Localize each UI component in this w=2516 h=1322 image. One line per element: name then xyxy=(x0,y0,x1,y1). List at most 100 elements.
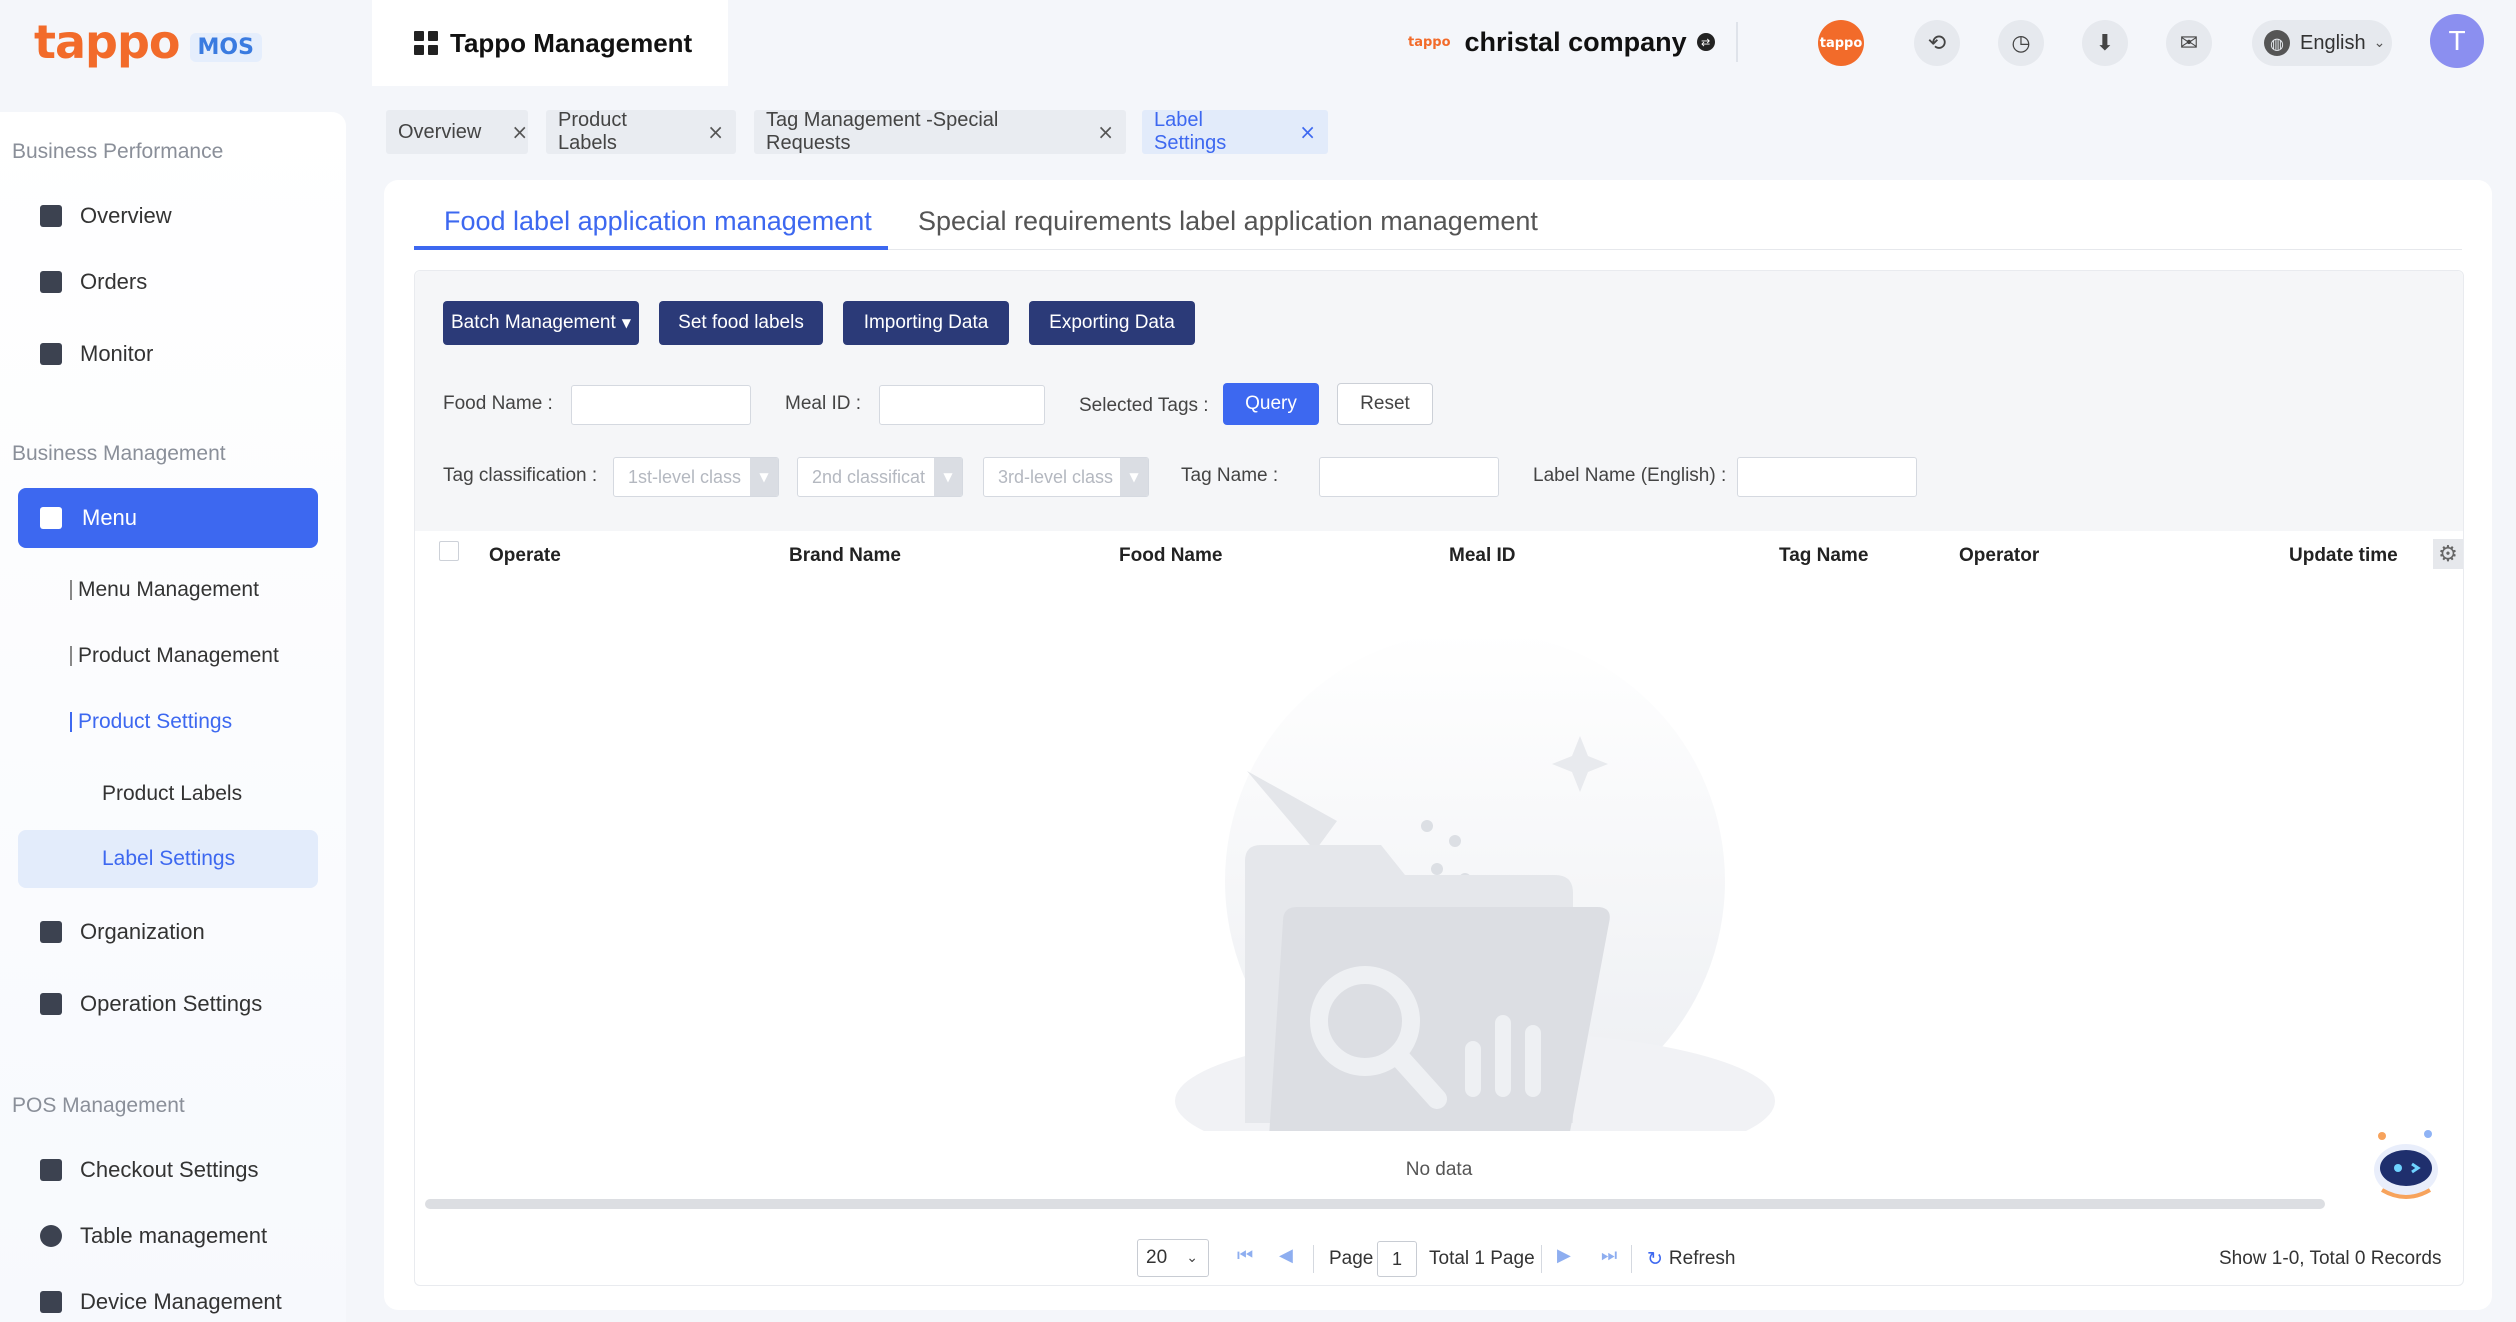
caret-down-icon: ▼ xyxy=(621,316,631,330)
column-tag-name: Tag Name xyxy=(1779,545,1869,566)
meal-id-input[interactable] xyxy=(879,385,1045,425)
app-title: Tappo Management xyxy=(450,27,693,58)
select-all-checkbox[interactable] xyxy=(439,541,459,561)
current-page-input[interactable]: 1 xyxy=(1377,1241,1417,1277)
company-switcher[interactable]: tappo christal company ⇄ xyxy=(1408,22,1715,62)
sidebar-item-product-management[interactable]: Product Management xyxy=(70,644,279,668)
food-name-input[interactable] xyxy=(571,385,751,425)
sidebar-item-checkout-settings[interactable]: Checkout Settings xyxy=(40,1150,259,1190)
tappo-badge-icon[interactable]: tappo xyxy=(1818,20,1864,66)
page-label: Page xyxy=(1329,1248,1374,1269)
assistant-robot-icon[interactable] xyxy=(2368,1128,2444,1204)
sidebar-item-device-management[interactable]: Device Management xyxy=(40,1282,282,1322)
previous-page-icon[interactable]: ◀ xyxy=(1279,1245,1293,1266)
batch-management-button[interactable]: Batch Management ▼ xyxy=(443,301,639,345)
switch-company-icon[interactable]: ⇄ xyxy=(1696,33,1715,51)
records-summary: Show 1-0, Total 0 Records xyxy=(2219,1248,2442,1269)
checkout-icon xyxy=(40,1159,62,1181)
set-food-labels-button[interactable]: Set food labels xyxy=(659,301,823,345)
tag-classification-label: Tag classification : xyxy=(443,465,598,486)
table-header: Operate Brand Name Food Name Meal ID Tag… xyxy=(415,531,2463,581)
message-icon[interactable]: ✉ xyxy=(2166,20,2212,66)
reset-button[interactable]: Reset xyxy=(1337,383,1433,425)
importing-data-button[interactable]: Importing Data xyxy=(843,301,1009,345)
history-icon[interactable]: ◷ xyxy=(1998,20,2044,66)
sidebar-item-overview[interactable]: Overview xyxy=(40,196,172,236)
globe-icon: ◍ xyxy=(2264,30,2290,56)
pager-divider xyxy=(1631,1245,1632,1273)
sidebar-item-label: Monitor xyxy=(80,341,154,366)
active-tab-indicator xyxy=(414,246,888,250)
download-icon[interactable]: ⬇ xyxy=(2082,20,2128,66)
column-operator: Operator xyxy=(1959,545,2040,566)
sidebar-item-monitor[interactable]: Monitor xyxy=(40,334,153,374)
sidebar-item-product-settings[interactable]: Product Settings xyxy=(70,710,232,734)
exporting-data-button[interactable]: Exporting Data xyxy=(1029,301,1195,345)
refresh-icon: ↻ xyxy=(1647,1248,1663,1270)
tab-special-requirements-label-management[interactable]: Special requirements label application m… xyxy=(918,206,1538,237)
page-tab-label-settings[interactable]: Label Settings × xyxy=(1142,109,1328,154)
chevron-down-icon: ▼ xyxy=(750,458,778,496)
sidebar-item-product-labels[interactable]: Product Labels xyxy=(102,782,242,806)
column-update-time: Update time xyxy=(2289,545,2398,566)
sidebar-group-business-management: Business Management xyxy=(12,442,226,465)
sidebar-item-menu-management[interactable]: Menu Management xyxy=(70,578,259,602)
label-name-english-label: Label Name (English) : xyxy=(1533,465,1727,486)
query-button[interactable]: Query xyxy=(1223,383,1319,425)
tab-food-label-management[interactable]: Food label application management xyxy=(444,206,872,237)
close-icon[interactable]: × xyxy=(511,120,528,144)
sidebar-item-label: Orders xyxy=(80,269,148,294)
filter-area: Batch Management ▼ Set food labels Import… xyxy=(415,271,2463,531)
next-page-icon[interactable]: ▶ xyxy=(1557,1245,1571,1266)
sidebar-item-menu[interactable]: Menu xyxy=(18,488,318,548)
second-level-class-select[interactable]: 2nd classificat ▼ xyxy=(797,457,963,497)
refresh-button[interactable]: ↻ Refresh xyxy=(1647,1239,1735,1279)
tag-name-label: Tag Name : xyxy=(1181,465,1279,486)
close-icon[interactable]: × xyxy=(1097,120,1114,144)
column-brand-name: Brand Name xyxy=(789,545,901,566)
selected-tags-label: Selected Tags : xyxy=(1079,395,1209,416)
tappo-logo[interactable]: tappo MOS xyxy=(34,12,262,72)
page-size-select[interactable]: 20 ⌄ xyxy=(1137,1239,1209,1277)
sidebar-item-organization[interactable]: Organization xyxy=(40,912,205,952)
sidebar-item-label: Organization xyxy=(80,919,205,944)
close-icon[interactable]: × xyxy=(1299,120,1316,144)
menu-icon xyxy=(40,507,62,529)
pager-divider xyxy=(1541,1245,1542,1273)
close-icon[interactable]: × xyxy=(707,120,724,144)
sidebar-item-orders[interactable]: Orders xyxy=(40,262,147,302)
first-level-class-select[interactable]: 1st-level class ▼ xyxy=(613,457,779,497)
top-bar: tappo MOS Tappo Management tappo christa… xyxy=(0,0,2516,86)
empty-state-illustration xyxy=(1175,631,1775,1131)
app-title-tab[interactable]: Tappo Management xyxy=(372,0,728,86)
page-tab-tag-management[interactable]: Tag Management -Special Requests × xyxy=(754,109,1126,154)
monitor-icon xyxy=(40,343,62,365)
sidebar: Business Performance Overview Orders Mon… xyxy=(0,112,346,1322)
sidebar-group-business-performance: Business Performance xyxy=(12,140,224,163)
user-avatar[interactable]: T xyxy=(2430,14,2484,68)
last-page-icon[interactable]: ⏭ xyxy=(1601,1245,1617,1266)
page-tab-overview[interactable]: Overview × xyxy=(386,110,528,154)
main-card: Food label application management Specia… xyxy=(384,180,2492,1310)
organization-icon xyxy=(40,921,62,943)
page-tab-product-labels[interactable]: Product Labels × xyxy=(546,109,736,154)
operation-settings-icon xyxy=(40,993,62,1015)
sidebar-item-label: Operation Settings xyxy=(80,991,263,1016)
gear-icon[interactable]: ⚙ xyxy=(2433,539,2463,569)
sidebar-item-table-management[interactable]: Table management xyxy=(40,1216,267,1256)
sidebar-item-operation-settings[interactable]: Operation Settings xyxy=(40,984,262,1024)
tag-name-input[interactable] xyxy=(1319,457,1499,497)
horizontal-scrollbar[interactable] xyxy=(425,1199,2325,1209)
chevron-down-icon: ▼ xyxy=(934,458,962,496)
third-level-class-select[interactable]: 3rd-level class ▼ xyxy=(983,457,1149,497)
sync-icon[interactable]: ⟲ xyxy=(1914,20,1960,66)
language-selector[interactable]: ◍ English ⌄ xyxy=(2252,20,2392,66)
logo-suffix: MOS xyxy=(189,32,262,62)
logo-wordmark: tappo xyxy=(34,15,180,69)
label-name-english-input[interactable] xyxy=(1737,457,1917,497)
sidebar-item-label-settings[interactable]: Label Settings xyxy=(18,830,318,888)
chevron-down-icon: ▼ xyxy=(1120,458,1148,496)
orders-icon xyxy=(40,271,62,293)
sidebar-item-label: Table management xyxy=(80,1223,268,1248)
first-page-icon[interactable]: ⏮ xyxy=(1237,1245,1253,1266)
